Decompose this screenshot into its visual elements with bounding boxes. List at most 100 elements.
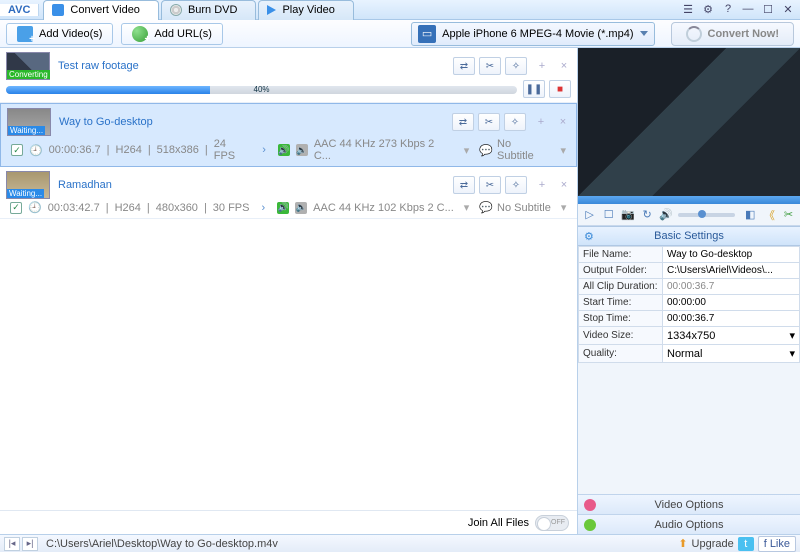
pause-button[interactable]: ❚❚ (523, 80, 545, 98)
file-list: Converting Test raw footage ⇄ ✂ ✧ + × 40… (0, 48, 577, 510)
remove-item-icon[interactable]: × (556, 115, 570, 129)
audio-menu[interactable]: ▾ (460, 201, 474, 214)
list-item[interactable]: Waiting... Ramadhan ⇄ ✂ ✧ + × ✓ 🕘 00:03:… (0, 167, 577, 219)
checkbox[interactable]: ✓ (11, 144, 23, 156)
list-item: Converting Test raw footage ⇄ ✂ ✧ + × 40… (0, 48, 577, 103)
tab-label: Convert Video (70, 4, 140, 16)
button-label: Add Video(s) (39, 28, 102, 40)
basic-settings-header[interactable]: ⚙ Basic Settings (578, 226, 800, 246)
clock-icon: 🕘 (28, 201, 42, 214)
subtitle-menu[interactable]: ▾ (556, 144, 570, 157)
stop-time-field[interactable]: 00:00:36.7 (663, 311, 800, 327)
main-tabs: Convert Video Burn DVD Play Video (39, 0, 355, 20)
close-icon[interactable]: ✕ (780, 1, 796, 17)
options-label: Video Options (655, 499, 724, 511)
stop-button[interactable]: ■ (549, 80, 571, 98)
chevron-right-icon[interactable]: › (262, 144, 266, 156)
prop-label: Quality: (579, 345, 663, 363)
help-icon[interactable]: ? (720, 1, 736, 17)
preview-toolbar: ▷ ☐ 📷 ↻ 🔊 ◧ 《 ✂ (578, 204, 800, 226)
video-preview[interactable] (578, 48, 800, 196)
scissors-icon[interactable]: ✂ (479, 176, 501, 194)
swap-icon[interactable]: ⇄ (453, 176, 475, 194)
output-profile-dropdown[interactable]: ▭ Apple iPhone 6 MPEG-4 Movie (*.mp4) (411, 22, 654, 46)
trim-end-icon[interactable]: ✂ (781, 207, 796, 223)
audio-menu[interactable]: ▾ (460, 144, 474, 157)
output-folder-field[interactable]: C:\Users\Ariel\Videos\... (663, 263, 800, 279)
prev-button[interactable]: |◂ (4, 537, 20, 551)
wand-icon[interactable]: ✧ (505, 57, 527, 75)
wand-icon[interactable]: ✧ (504, 113, 526, 131)
app-logo: AVC (0, 4, 39, 16)
trim-start-icon[interactable]: 《 (762, 207, 777, 223)
gear-icon[interactable]: ⚙ (700, 1, 716, 17)
snapshot-icon[interactable]: 📷 (620, 207, 635, 223)
twitter-icon[interactable]: t (738, 537, 754, 551)
audio-on-icon[interactable]: 🔊 (277, 202, 289, 214)
video-size-dropdown[interactable]: 1334x750▾ (663, 327, 800, 345)
maximize-icon[interactable]: ☐ (760, 1, 776, 17)
play-icon[interactable]: ▷ (582, 207, 597, 223)
remove-item-icon[interactable]: × (557, 59, 571, 73)
convert-now-button[interactable]: Convert Now! (671, 22, 795, 46)
item-title[interactable]: Ramadhan (58, 179, 112, 191)
next-button[interactable]: ▸| (22, 537, 38, 551)
like-button[interactable]: f Like (758, 536, 796, 552)
add-videos-button[interactable]: Add Video(s) (6, 23, 113, 45)
options-icon[interactable]: ☰ (680, 1, 696, 17)
add-icon[interactable]: + (535, 59, 549, 73)
tab-play-video[interactable]: Play Video (258, 0, 353, 20)
list-item[interactable]: Waiting... Way to Go-desktop ⇄ ✂ ✧ + × ✓… (0, 103, 577, 167)
refresh-icon (686, 26, 702, 42)
quality-dropdown[interactable]: Normal▾ (663, 345, 800, 363)
chevron-down-icon: ▾ (789, 347, 795, 360)
fps-label: 24 FPS (214, 138, 251, 162)
subtitle-icon: 💬 (479, 144, 493, 157)
video-options-button[interactable]: Video Options (578, 494, 800, 514)
options-label: Audio Options (654, 519, 723, 531)
thumbnail: Converting (6, 52, 50, 80)
audio-mute-icon[interactable]: 🔈 (295, 202, 307, 214)
audio-mute-icon[interactable]: 🔈 (296, 144, 308, 156)
volume-slider[interactable] (678, 213, 735, 217)
chevron-right-icon[interactable]: › (261, 202, 265, 214)
add-icon[interactable]: + (535, 178, 549, 192)
subtitle-menu[interactable]: ▾ (557, 201, 571, 214)
add-urls-button[interactable]: Add URL(s) (121, 23, 222, 45)
checkbox[interactable]: ✓ (10, 202, 22, 214)
toolbar: Add Video(s) Add URL(s) ▭ Apple iPhone 6… (0, 20, 800, 48)
upgrade-link[interactable]: Upgrade (692, 538, 734, 550)
status-badge: Waiting... (8, 126, 45, 135)
loop-icon[interactable]: ↻ (639, 207, 654, 223)
item-title[interactable]: Way to Go-desktop (59, 116, 153, 128)
tab-burn-dvd[interactable]: Burn DVD (161, 0, 257, 20)
prop-label: Video Size: (579, 327, 663, 345)
scissors-icon[interactable]: ✂ (478, 113, 500, 131)
file-list-pane: Converting Test raw footage ⇄ ✂ ✧ + × 40… (0, 48, 578, 534)
join-toggle[interactable]: OFF (535, 515, 569, 531)
add-url-icon (132, 26, 148, 42)
join-label: Join All Files (468, 517, 529, 529)
start-time-field[interactable]: 00:00:00 (663, 295, 800, 311)
swap-icon[interactable]: ⇄ (452, 113, 474, 131)
add-icon[interactable]: + (534, 115, 548, 129)
scissors-icon[interactable]: ✂ (479, 57, 501, 75)
stop-icon[interactable]: ☐ (601, 207, 616, 223)
wand-icon[interactable]: ✧ (505, 176, 527, 194)
scrub-bar[interactable] (578, 196, 800, 204)
file-name-field[interactable]: Way to Go-desktop (663, 247, 800, 263)
upgrade-icon: ⬆ (678, 537, 687, 550)
tab-convert-video[interactable]: Convert Video (43, 0, 159, 20)
volume-icon[interactable]: 🔊 (659, 207, 674, 223)
duration-label: 00:03:42.7 (48, 202, 100, 214)
audio-on-icon[interactable]: 🔊 (278, 144, 290, 156)
audio-options-button[interactable]: Audio Options (578, 514, 800, 534)
status-bar: |◂ ▸| C:\Users\Ariel\Desktop\Way to Go-d… (0, 534, 800, 552)
marker-icon[interactable]: ◧ (743, 207, 758, 223)
remove-item-icon[interactable]: × (557, 178, 571, 192)
item-title[interactable]: Test raw footage (58, 60, 139, 72)
swap-icon[interactable]: ⇄ (453, 57, 475, 75)
minimize-icon[interactable]: — (740, 1, 756, 17)
gear-icon: ⚙ (584, 230, 594, 243)
audio-icon (584, 519, 596, 531)
